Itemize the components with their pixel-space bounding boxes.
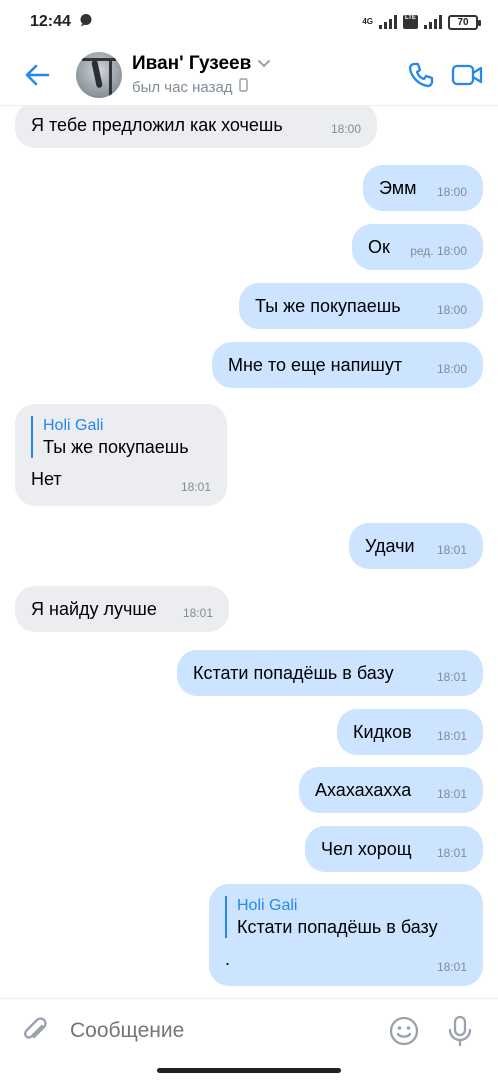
chevron-down-icon bbox=[257, 53, 271, 75]
message-text: Эмм bbox=[379, 178, 417, 198]
signal-icon bbox=[379, 15, 397, 29]
reply-author: Holi Gali bbox=[237, 897, 298, 914]
message-text: Ахахахахха bbox=[315, 780, 412, 800]
network-type-icon: 4G bbox=[362, 17, 373, 26]
message-text: Кидков bbox=[353, 722, 412, 742]
message-outgoing[interactable]: Holi Gali Кстати попадёшь в базу . 18:01 bbox=[209, 884, 483, 986]
chat-header: Иван' Гузеев был час назад bbox=[0, 44, 498, 106]
reply-quote[interactable]: Holi Gali Кстати попадёшь в базу bbox=[225, 896, 467, 938]
message-outgoing[interactable]: Ок ред. 18:00 bbox=[352, 224, 483, 270]
message-time: 18:01 bbox=[436, 543, 467, 557]
message-time: 18:01 bbox=[436, 670, 467, 684]
status-time: 12:44 bbox=[30, 13, 71, 30]
message-text: . bbox=[225, 949, 231, 969]
volte-icon: LTE bbox=[403, 15, 418, 29]
message-text: Чел хорощ bbox=[321, 839, 412, 859]
reply-text: Ты же покупаешь bbox=[43, 437, 189, 457]
avatar[interactable] bbox=[76, 51, 122, 98]
message-text: Я тебе предложил как хочешь bbox=[31, 115, 283, 135]
message-time: 18:00 bbox=[436, 303, 467, 317]
message-outgoing[interactable]: Удачи 18:01 bbox=[349, 523, 483, 569]
message-time: 18:00 bbox=[436, 362, 467, 376]
message-text: Кстати попадёшь в базу bbox=[193, 663, 394, 683]
message-incoming[interactable]: Я тебе предложил как хочешь 18:00 bbox=[15, 106, 377, 148]
reply-quote[interactable]: Holi Gali Ты же покупаешь bbox=[31, 416, 211, 458]
paperclip-icon[interactable] bbox=[14, 1009, 58, 1053]
message-text: Удачи bbox=[365, 536, 415, 556]
reply-text: Кстати попадёшь в базу bbox=[237, 917, 438, 937]
message-time: 18:00 bbox=[330, 122, 361, 136]
contact-name: Иван' Гузеев bbox=[132, 53, 252, 74]
message-outgoing[interactable]: Ты же покупаешь 18:00 bbox=[239, 283, 483, 329]
message-time: 18:01 bbox=[436, 729, 467, 743]
chat-bubble-icon bbox=[79, 13, 93, 32]
last-seen: был час назад bbox=[132, 78, 233, 96]
message-time: 18:01 bbox=[182, 606, 213, 620]
message-text: Я найду лучше bbox=[31, 599, 157, 619]
message-list[interactable]: Я тебе предложил как хочешь 18:00 Эмм 18… bbox=[0, 106, 498, 998]
message-time: 18:01 bbox=[436, 846, 467, 860]
video-call-icon[interactable] bbox=[444, 52, 490, 98]
message-outgoing[interactable]: Эмм 18:00 bbox=[363, 165, 483, 211]
home-indicator[interactable] bbox=[157, 1068, 341, 1073]
microphone-icon[interactable] bbox=[438, 1009, 482, 1053]
message-outgoing[interactable]: Ахахахахха 18:01 bbox=[299, 767, 483, 813]
chat-screen: 12:44 4G LTE 70 Иван' Гузеев был час наз… bbox=[0, 0, 498, 1080]
system-nav-bar bbox=[0, 1062, 498, 1080]
message-outgoing[interactable]: Мне то еще напишут 18:00 bbox=[212, 342, 483, 388]
smile-icon[interactable] bbox=[382, 1009, 426, 1053]
message-text: Ок bbox=[368, 237, 390, 257]
message-incoming[interactable]: Holi Gali Ты же покупаешь Нет 18:01 bbox=[15, 404, 227, 506]
message-time: 18:00 bbox=[436, 185, 467, 199]
battery-icon: 70 bbox=[448, 14, 481, 30]
signal-icon bbox=[424, 15, 442, 29]
message-time: ред. 18:00 bbox=[410, 244, 467, 258]
message-outgoing[interactable]: Кстати попадёшь в базу 18:01 bbox=[177, 650, 483, 696]
message-outgoing[interactable]: Чел хорощ 18:01 bbox=[305, 826, 483, 872]
reply-author: Holi Gali bbox=[43, 417, 104, 434]
message-text: Мне то еще напишут bbox=[228, 355, 403, 375]
message-text: Нет bbox=[31, 469, 62, 489]
back-arrow-icon[interactable] bbox=[12, 50, 62, 100]
phone-call-icon[interactable] bbox=[398, 52, 444, 98]
message-time: 18:01 bbox=[436, 960, 467, 974]
status-bar: 12:44 4G LTE 70 bbox=[0, 0, 498, 44]
chat-title[interactable]: Иван' Гузеев был час назад bbox=[132, 53, 398, 96]
composer bbox=[0, 998, 498, 1062]
phone-device-icon bbox=[238, 78, 248, 96]
message-input[interactable] bbox=[70, 1018, 382, 1043]
message-time: 18:01 bbox=[436, 787, 467, 801]
message-outgoing[interactable]: Кидков 18:01 bbox=[337, 709, 483, 755]
message-incoming[interactable]: Я найду лучше 18:01 bbox=[15, 586, 229, 632]
message-text: Ты же покупаешь bbox=[255, 296, 401, 316]
message-time: 18:01 bbox=[180, 480, 211, 494]
